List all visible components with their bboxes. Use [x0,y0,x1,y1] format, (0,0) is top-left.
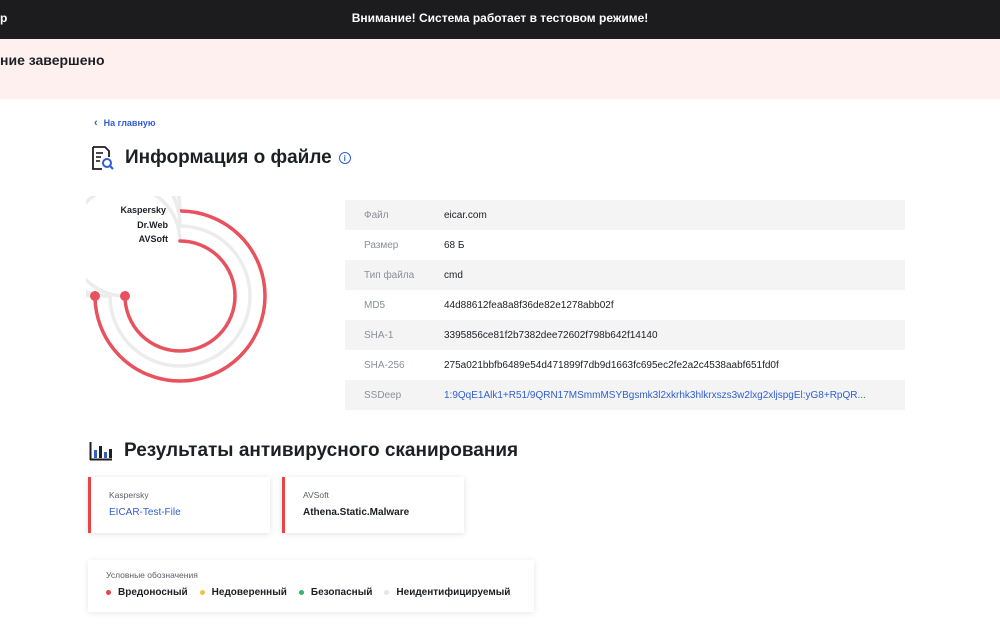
scan-results-title: Результаты антивирусного сканирования [124,440,519,461]
chart-label-kaspersky: Kaspersky [120,205,166,215]
top-bar: р Внимание! Система работает в тестовом … [0,0,1000,39]
result-card-avsoft: AVSoft Athena.Static.Malware [282,477,464,533]
legend-dot-icon [384,590,390,595]
bar-chart-icon [89,442,112,461]
legend-item-unidentified: Неидентифицируемый [384,587,510,598]
engines-chart: Kaspersky Dr.Web AVSoft [8,124,276,396]
file-search-icon [92,146,114,170]
info-value: 68 Б [444,239,465,251]
file-info-header: Информация о файле i [90,145,351,171]
info-key: Файл [364,209,389,221]
legend-item-safe: Безопасный [298,587,373,598]
info-value: eicar.com [444,209,487,221]
test-mode-warning: Внимание! Система работает в тестовом ре… [351,11,649,25]
result-engine: Kaspersky [109,490,149,500]
ring-drweb [108,224,252,368]
scan-results-header: Результаты антивирусного сканирования [89,440,518,462]
result-card-kaspersky: Kaspersky EICAR-Test-File [88,477,270,533]
legend-item-malicious: Вредоносный [106,587,188,598]
back-to-home-link[interactable]: ‹ На главную [94,116,156,129]
info-key: Тип файла [364,269,415,281]
info-value: 44d88612fea8a8f36de82e1278abb02f [444,299,614,311]
info-row-md5: MD5 44d88612fea8a8f36de82e1278abb02f [345,290,905,320]
info-key: MD5 [364,299,386,311]
result-engine: AVSoft [303,490,329,500]
legend-dot-icon [298,590,304,595]
ring-avsoft [123,239,237,353]
info-value: cmd [444,269,463,281]
scan-result-cards: Kaspersky EICAR-Test-File AVSoft Athena.… [88,477,464,533]
legend-title: Условные обозначения [106,570,198,580]
legend-item-untrusted: Недоверенный [199,587,287,598]
info-value: 275a021bbfb6489e54d471899f7db9d1663fc695… [444,359,779,371]
alert-banner: ние завершено [0,39,1000,99]
info-key: SHA-256 [364,359,405,371]
legend-label: Безопасный [310,587,373,598]
info-row-file: Файл eicar.com [345,200,905,230]
alert-text: ние завершено [0,52,105,68]
file-info-table: Файл eicar.com Размер 68 Б Тип файла cmd… [345,200,905,410]
chart-label-avsoft: AVSoft [138,234,168,244]
chevron-left-icon: ‹ [94,116,98,129]
info-row-size: Размер 68 Б [345,230,905,260]
back-link-label: На главную [103,118,156,128]
ring-end-kaspersky [90,291,100,301]
info-row-filetype: Тип файла cmd [345,260,905,290]
legend-label: Недоверенный [211,587,287,598]
legend-items: Вредоносный Недоверенный Безопасный Неид… [106,587,534,598]
result-verdict: Athena.Static.Malware [303,507,410,518]
legend-label: Вредоносный [118,587,188,598]
info-row-sha1: SHA-1 3395856ce81f2b7382dee72602f798b642… [345,320,905,350]
info-key: SHA-1 [364,329,394,341]
info-key: SSDeep [364,389,402,401]
chart-label-drweb: Dr.Web [137,220,168,230]
ring-end-avsoft [120,291,130,301]
info-row-ssdeep: SSDeep 1:9QqE1Alk1+R51/9QRN17MSmmMSYBgsm… [345,380,905,410]
legend-label: Неидентифицируемый [396,587,511,598]
info-value: 3395856ce81f2b7382dee72602f798b642f14140 [444,329,658,341]
legend-dot-icon [106,590,111,595]
info-icon[interactable]: i [338,152,351,164]
result-verdict-link[interactable]: EICAR-Test-File [109,507,270,518]
info-key: Размер [364,239,399,251]
ssdeep-link[interactable]: 1:9QqE1Alk1+R51/9QRN17MSmmMSYBgsmk3l2xkr… [444,390,905,401]
file-info-title: Информация о файле [125,147,332,168]
info-row-sha256: SHA-256 275a021bbfb6489e54d471899f7db9d1… [345,350,905,380]
legend-dot-icon [199,590,205,595]
legend: Условные обозначения Вредоносный Недовер… [88,560,534,612]
